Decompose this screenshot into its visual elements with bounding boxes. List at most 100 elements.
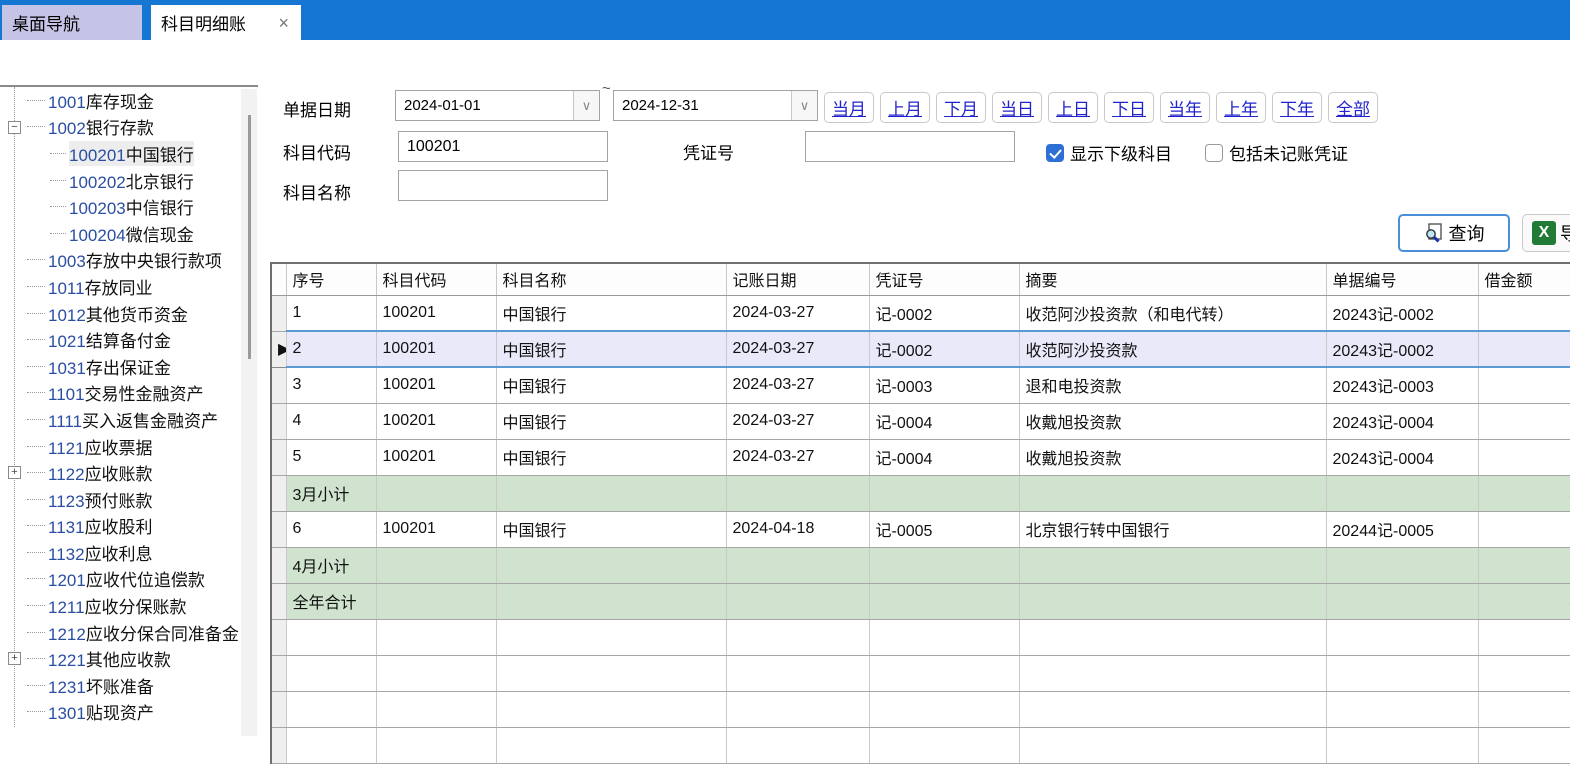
row-gutter[interactable] [271,475,286,511]
empty-row[interactable] [271,691,1570,727]
quick-date-button-3[interactable]: 当日 [992,92,1042,123]
quick-date-button-6[interactable]: 当年 [1160,92,1210,123]
column-header[interactable]: 记账日期 [726,263,869,295]
account-code-input[interactable] [398,131,608,162]
subtotal-blank-cell [869,583,1019,619]
tree-item-1132[interactable]: 1132应收利息 [0,539,258,566]
date-from-select[interactable]: 2024-01-01 ∨ [395,90,600,121]
tree-item-1011[interactable]: 1011存放同业 [0,273,258,300]
close-icon[interactable]: × [276,14,291,32]
table-row[interactable]: 3100201中国银行2024-03-27记-0003退和电投资款20243记-… [271,367,1570,403]
tree-item-100202[interactable]: 100202北京银行 [0,167,258,194]
tree-item-1031[interactable]: 1031存出保证金 [0,353,258,380]
voucher-no-input[interactable] [805,131,1015,162]
quick-date-button-8[interactable]: 下年 [1272,92,1322,123]
table-row[interactable]: 6100201中国银行2024-04-18记-0005北京银行转中国银行2024… [271,511,1570,547]
row-gutter[interactable] [271,295,286,331]
row-gutter[interactable] [271,403,286,439]
quick-date-button-4[interactable]: 上日 [1048,92,1098,123]
tree-item-1021[interactable]: 1021结算备付金 [0,326,258,353]
include-unposted-checkbox[interactable]: 包括未记账凭证 [1205,140,1348,165]
row-gutter[interactable] [271,727,286,763]
empty-row[interactable] [271,727,1570,763]
tree-item-1003[interactable]: 1003存放中央银行款项 [0,247,258,274]
row-gutter[interactable] [271,619,286,655]
chevron-down-icon[interactable]: ∨ [791,91,817,120]
quick-date-button-7[interactable]: 上年 [1216,92,1266,123]
tree-scrollbar-thumb[interactable] [248,115,251,359]
tree-item-1301[interactable]: 1301贴现资产 [0,699,258,726]
subtotal-row[interactable]: 4月小计 [271,547,1570,583]
quick-date-button-0[interactable]: 当月 [824,92,874,123]
tree-item-1012[interactable]: 1012其他货币资金 [0,300,258,327]
tab-desktop-nav[interactable]: 桌面导航 [2,5,142,40]
column-header[interactable]: 序号 [286,263,376,295]
row-gutter[interactable] [271,511,286,547]
column-header[interactable]: 凭证号 [869,263,1019,295]
tree-item-1201[interactable]: 1201应收代位追偿款 [0,566,258,593]
tab-account-detail-ledger[interactable]: 科目明细账 × [151,5,301,40]
subtotal-row[interactable]: 全年合计1 [271,583,1570,619]
row-gutter[interactable] [271,655,286,691]
tree-item-1211[interactable]: 1211应收分保账款 [0,592,258,619]
quick-date-button-5[interactable]: 下日 [1104,92,1154,123]
table-row[interactable]: 5100201中国银行2024-03-27记-0004收戴旭投资款20243记-… [271,439,1570,475]
expand-icon[interactable]: + [8,466,21,479]
tree-item-1231[interactable]: 1231坏账准备 [0,672,258,699]
tree-item-1111[interactable]: 1111买入返售金融资产 [0,406,258,433]
collapse-icon[interactable]: − [8,121,21,134]
export-excel-button[interactable]: 导出 [1522,214,1570,252]
cell-voucher: 记-0004 [869,439,1019,475]
show-sub-accounts-checkbox[interactable]: 显示下级科目 [1046,140,1172,165]
tree-item-label: 100204微信现金 [69,221,194,246]
cell-date: 2024-04-18 [726,511,869,547]
expand-icon[interactable]: + [8,652,21,665]
row-gutter[interactable] [271,583,286,619]
row-gutter[interactable] [271,439,286,475]
empty-cell [286,655,376,691]
quick-date-button-2[interactable]: 下月 [936,92,986,123]
chevron-down-icon[interactable]: ∨ [573,91,599,120]
tree-scrollbar[interactable] [241,89,257,736]
column-header[interactable]: 科目名称 [496,263,726,295]
column-header[interactable]: 单据编号 [1326,263,1478,295]
tree-item-1212[interactable]: 1212应收分保合同准备金 [0,619,258,646]
checkbox-checked-icon[interactable] [1046,144,1064,162]
tree-item-1002[interactable]: −1002银行存款 [0,114,258,141]
row-gutter[interactable] [271,691,286,727]
tree-item-100204[interactable]: 100204微信现金 [0,220,258,247]
checkbox-unchecked-icon[interactable] [1205,144,1223,162]
tree-item-1131[interactable]: 1131应收股利 [0,513,258,540]
table-row[interactable]: ▶2100201中国银行2024-03-27记-0002收范阿沙投资款20243… [271,331,1570,367]
subtotal-row[interactable]: 3月小计1 [271,475,1570,511]
column-header[interactable]: 摘要 [1019,263,1326,295]
tree-item-1121[interactable]: 1121应收票据 [0,433,258,460]
empty-row[interactable] [271,655,1570,691]
row-gutter[interactable] [271,547,286,583]
column-header[interactable]: 借金额 [1478,263,1570,295]
cell-date: 2024-03-27 [726,367,869,403]
tree-item-100201[interactable]: 100201中国银行 [0,140,258,167]
tree-item-1122[interactable]: +1122应收账款 [0,459,258,486]
tree-item-1101[interactable]: 1101交易性金融资产 [0,380,258,407]
quick-date-button-1[interactable]: 上月 [880,92,930,123]
tree-item-label: 1011存放同业 [48,274,153,299]
tree-item-1001[interactable]: 1001库存现金 [0,87,258,114]
tree-item-1221[interactable]: +1221其他应收款 [0,645,258,672]
tree-connector-stub [50,206,66,207]
row-gutter[interactable]: ▶ [271,331,286,367]
cell-name: 中国银行 [496,403,726,439]
empty-row[interactable] [271,619,1570,655]
account-name-input[interactable] [398,170,608,201]
tree-item-1123[interactable]: 1123预付账款 [0,486,258,513]
column-header[interactable]: 科目代码 [376,263,496,295]
subtotal-blank-cell [869,547,1019,583]
tree-item-100203[interactable]: 100203中信银行 [0,193,258,220]
query-button[interactable]: 查询 [1398,214,1510,252]
table-row[interactable]: 1100201中国银行2024-03-27记-0002收范阿沙投资款（和电代转）… [271,295,1570,331]
table-row[interactable]: 4100201中国银行2024-03-27记-0004收戴旭投资款20243记-… [271,403,1570,439]
row-gutter[interactable] [271,367,286,403]
cell-date: 2024-03-27 [726,295,869,331]
quick-date-button-9[interactable]: 全部 [1328,92,1378,123]
date-to-select[interactable]: 2024-12-31 ∨ [613,90,818,121]
